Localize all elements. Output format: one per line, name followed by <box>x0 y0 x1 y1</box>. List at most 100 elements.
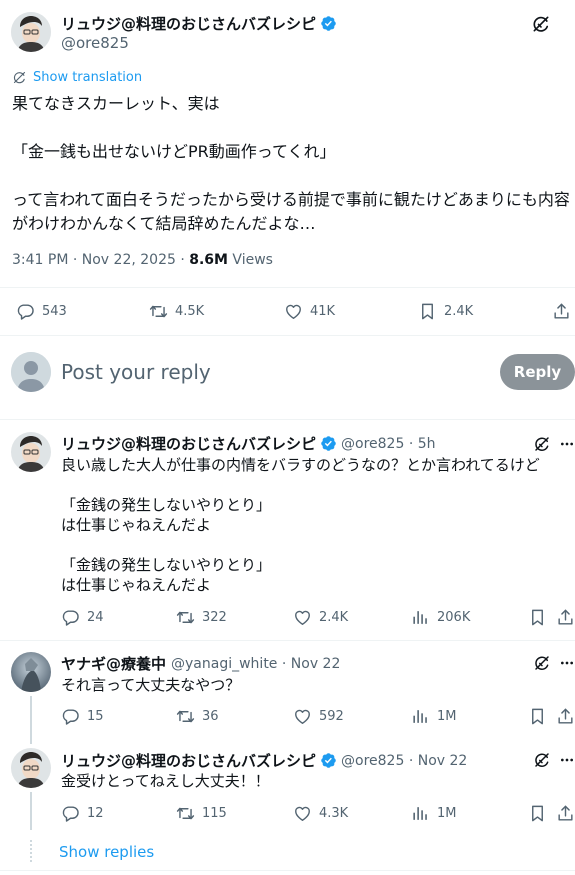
bookmark-action[interactable]: 2.4K <box>418 302 473 321</box>
repost-count: 4.5K <box>175 304 205 319</box>
verified-badge-icon <box>320 752 337 769</box>
reply-avatar[interactable] <box>11 748 51 788</box>
views-icon <box>411 804 430 823</box>
repost-action[interactable]: 115 <box>176 804 227 823</box>
reply-handle-time[interactable]: @ore825 · 5h <box>341 436 435 452</box>
views-icon <box>411 707 430 726</box>
thread-line <box>30 792 32 830</box>
bookmark-icon <box>528 804 547 823</box>
reply-count: 15 <box>87 709 104 724</box>
show-replies-link[interactable]: Show replies <box>59 843 154 861</box>
reply-icon <box>61 804 80 823</box>
reply-count: 12 <box>87 806 104 821</box>
reply-action[interactable]: 24 <box>61 608 104 627</box>
share-icon <box>556 804 575 823</box>
reply-action[interactable]: 15 <box>61 707 104 726</box>
view-count: 8.6M <box>189 252 228 268</box>
repost-icon <box>176 608 195 627</box>
views-action[interactable]: 1M <box>411 804 457 823</box>
like-count: 4.3K <box>319 806 349 821</box>
reply-action[interactable]: 12 <box>61 804 104 823</box>
grok-icon[interactable] <box>532 750 552 770</box>
reply-action[interactable]: 543 <box>16 302 67 321</box>
reply-icon <box>16 302 35 321</box>
views-action[interactable]: 206K <box>411 608 470 627</box>
show-translation-link[interactable]: Show translation <box>12 70 142 85</box>
author-avatar[interactable] <box>11 12 51 52</box>
reply-handle-time[interactable]: @yanagi_white · Nov 22 <box>171 656 340 672</box>
default-avatar <box>11 352 51 392</box>
author-handle[interactable]: @ore825 <box>61 34 129 52</box>
repost-icon <box>176 804 195 823</box>
repost-count: 36 <box>202 709 219 724</box>
like-icon <box>293 707 312 726</box>
repost-count: 322 <box>202 610 227 625</box>
more-options-icon[interactable] <box>557 434 575 454</box>
view-count: 1M <box>437 806 457 821</box>
like-action[interactable]: 4.3K <box>293 804 348 823</box>
share-action[interactable] <box>556 707 575 726</box>
reply-author-name[interactable]: ヤナギ@療養中 <box>61 653 166 674</box>
thread-dots <box>30 840 32 862</box>
reply-author-name[interactable]: リュウジ@料理のおじさんバズレシピ <box>61 750 316 771</box>
bookmark-icon <box>528 608 547 627</box>
repost-action[interactable]: 36 <box>176 707 219 726</box>
bookmark-icon <box>528 707 547 726</box>
view-count: 1M <box>437 709 457 724</box>
share-icon <box>556 707 575 726</box>
reply-avatar[interactable] <box>11 652 51 692</box>
more-options-icon[interactable] <box>557 750 575 770</box>
reply-button[interactable]: Reply <box>500 354 575 390</box>
grok-icon[interactable] <box>532 434 552 454</box>
repost-icon <box>176 707 195 726</box>
grok-icon[interactable] <box>530 13 552 35</box>
translate-icon <box>12 70 27 85</box>
repost-icon <box>149 302 168 321</box>
more-options-icon[interactable] <box>557 653 575 673</box>
reply-icon <box>61 608 80 627</box>
show-translation-label: Show translation <box>33 70 143 85</box>
repost-action[interactable]: 322 <box>176 608 227 627</box>
reply-icon <box>61 707 80 726</box>
like-count: 2.4K <box>319 610 349 625</box>
bookmark-action[interactable] <box>528 804 547 823</box>
reply-text: 金受けとってねえし大丈夫！！ <box>61 772 270 790</box>
reply-count: 543 <box>42 304 67 319</box>
bookmark-count: 2.4K <box>444 304 474 319</box>
repost-count: 115 <box>202 806 227 821</box>
views-label: Views <box>227 252 273 268</box>
views-action[interactable]: 1M <box>411 707 457 726</box>
reply-author-name[interactable]: リュウジ@料理のおじさんバズレシピ <box>61 433 316 454</box>
bookmark-action[interactable] <box>528 608 547 627</box>
reply-input[interactable]: Post your reply <box>61 360 211 384</box>
verified-badge-icon <box>320 15 337 32</box>
like-icon <box>284 302 303 321</box>
share-icon <box>556 608 575 627</box>
reply-handle-time[interactable]: @ore825 · Nov 22 <box>341 753 467 769</box>
author-name[interactable]: リュウジ@料理のおじさんバズレシピ <box>61 13 316 34</box>
grok-icon[interactable] <box>532 653 552 673</box>
main-action-bar: 543 4.5K 41K 2.4K <box>0 290 575 334</box>
share-icon <box>552 302 571 321</box>
timestamp[interactable]: 3:41 PM · Nov 22, 2025 · <box>12 252 189 268</box>
like-action[interactable]: 2.4K <box>293 608 348 627</box>
like-action[interactable]: 592 <box>293 707 344 726</box>
share-action[interactable] <box>556 608 575 627</box>
like-icon <box>293 608 312 627</box>
tweet-text: 果てなきスカーレット、実は 「金一銭も出せないけどPR動画作ってくれ」 って言わ… <box>12 94 570 233</box>
tweet-meta: 3:41 PM · Nov 22, 2025 · 8.6M Views <box>12 252 273 268</box>
bookmark-action[interactable] <box>528 707 547 726</box>
reply-text: 良い歳した大人が仕事の内情をバラすのどうなの？とか言われてるけど 「金銭の発生し… <box>61 456 540 594</box>
view-count: 206K <box>437 610 471 625</box>
bookmark-icon <box>418 302 437 321</box>
reply-count: 24 <box>87 610 104 625</box>
like-icon <box>293 804 312 823</box>
repost-action[interactable]: 4.5K <box>149 302 204 321</box>
like-action[interactable]: 41K <box>284 302 335 321</box>
reply-text: それ言って大丈夫なやつ？ <box>61 676 241 694</box>
views-icon <box>411 608 430 627</box>
share-action[interactable] <box>552 302 571 321</box>
verified-badge-icon <box>320 435 337 452</box>
share-action[interactable] <box>556 804 575 823</box>
reply-avatar[interactable] <box>11 432 51 472</box>
